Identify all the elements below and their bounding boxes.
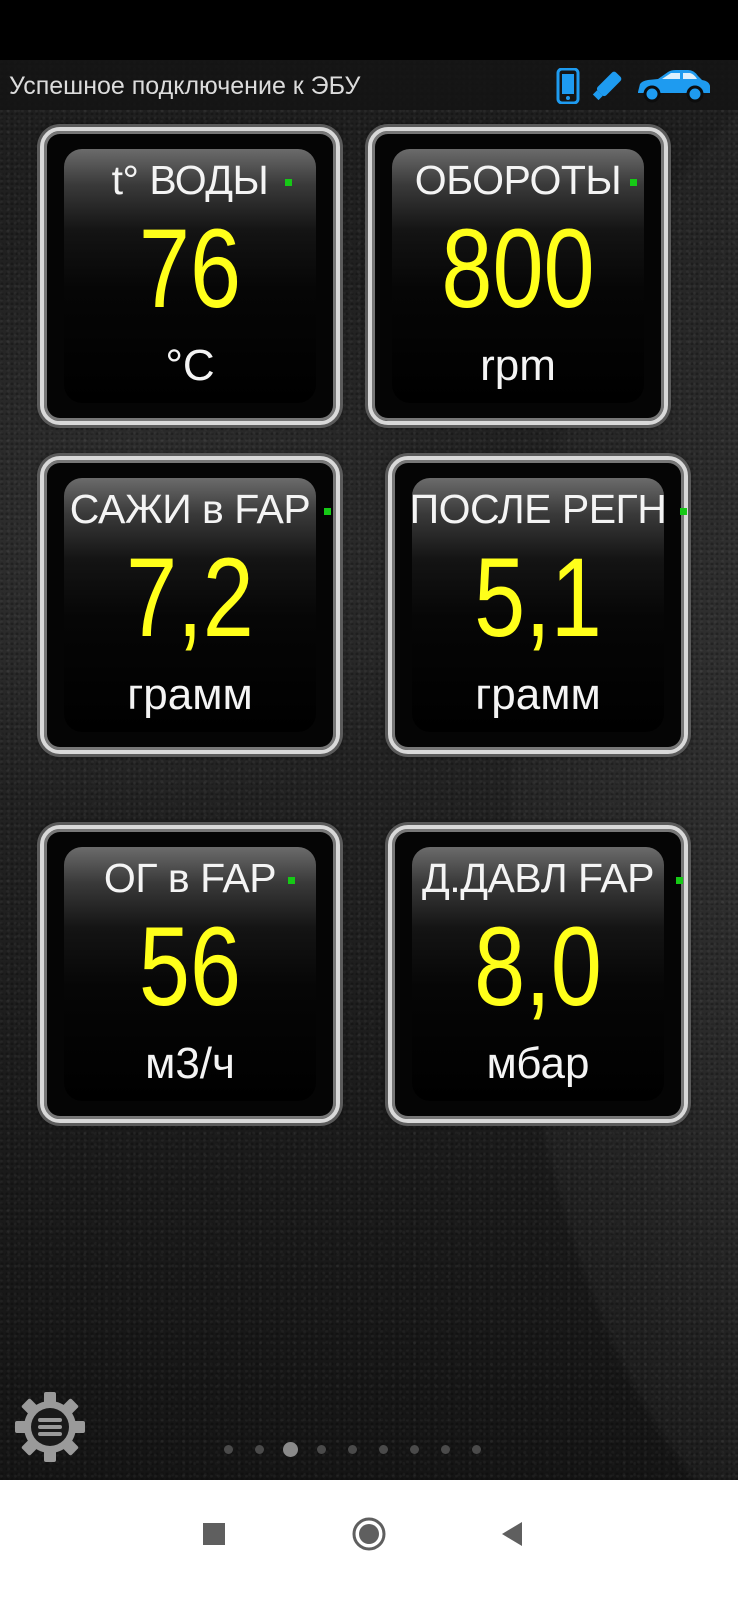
system-navigation-bar [0, 1480, 738, 1599]
usb-adapter-icon [590, 68, 624, 109]
page-dot[interactable] [254, 1445, 264, 1454]
gauge-value: 5,1 [474, 535, 602, 660]
square-icon [203, 1523, 225, 1545]
page-dot[interactable] [409, 1445, 419, 1454]
home-button[interactable] [339, 1504, 399, 1564]
gauge-indicator-dot [324, 508, 331, 515]
recent-apps-button[interactable] [184, 1504, 244, 1564]
home-circle-icon [352, 1517, 386, 1551]
gauge-title: Д.ДАВЛ FAP [422, 855, 654, 901]
page-indicator [0, 1440, 738, 1460]
page-dot-active[interactable] [282, 1442, 298, 1457]
page-dot[interactable] [347, 1445, 357, 1454]
gauge-unit: м3/ч [145, 1039, 235, 1088]
page-dot[interactable] [471, 1445, 481, 1454]
gauge-unit: мбар [486, 1039, 590, 1088]
gauge-title: ПОСЛЕ РЕГН [409, 486, 667, 532]
gauge-indicator-dot [680, 508, 687, 515]
back-button[interactable] [488, 1504, 548, 1564]
gauge-engine-rpm[interactable]: ОБОРОТЫ 800 rpm [368, 127, 668, 425]
gauge-value: 8,0 [474, 904, 602, 1029]
gauge-value: 7,2 [126, 535, 254, 660]
connection-status-text: Успешное подключение к ЭБУ [9, 72, 361, 100]
gauge-unit: °C [165, 341, 215, 390]
connection-bar: Успешное подключение к ЭБУ [0, 60, 738, 110]
gauge-unit: грамм [475, 670, 601, 719]
gauge-soot-in-fap[interactable]: САЖИ в FAP 7,2 грамм [40, 456, 340, 754]
phone-icon [556, 67, 580, 109]
page-dot[interactable] [223, 1445, 233, 1454]
page-dot[interactable] [316, 1445, 326, 1454]
gauge-indicator-dot [288, 877, 295, 884]
gauge-value: 800 [441, 206, 595, 331]
app-screen: Успешное подключение к ЭБУ t° ВОДЫ 76 °C… [0, 0, 738, 1599]
gauge-value: 56 [138, 904, 242, 1029]
gauge-fap-diff-pressure[interactable]: Д.ДАВЛ FAP 8,0 мбар [388, 825, 688, 1123]
gauge-title: ОБОРОТЫ [414, 157, 622, 203]
gauge-after-regen[interactable]: ПОСЛЕ РЕГН 5,1 грамм [388, 456, 688, 754]
gauge-title: САЖИ в FAP [69, 486, 311, 532]
gauge-title: t° ВОДЫ [111, 157, 269, 203]
gauge-indicator-dot [285, 179, 292, 186]
system-status-bar [0, 0, 738, 60]
gauge-unit: грамм [127, 670, 253, 719]
gauge-coolant-temp[interactable]: t° ВОДЫ 76 °C [40, 127, 340, 425]
page-dot[interactable] [378, 1445, 388, 1454]
gauge-value: 76 [138, 206, 242, 331]
gauge-exhaust-flow-fap[interactable]: ОГ в FAP 56 м3/ч [40, 825, 340, 1123]
gauge-indicator-dot [676, 877, 683, 884]
car-icon [634, 68, 712, 109]
page-dot[interactable] [440, 1445, 450, 1454]
back-triangle-icon [502, 1522, 522, 1546]
gauge-indicator-dot [630, 179, 637, 186]
gauge-unit: rpm [480, 341, 556, 390]
